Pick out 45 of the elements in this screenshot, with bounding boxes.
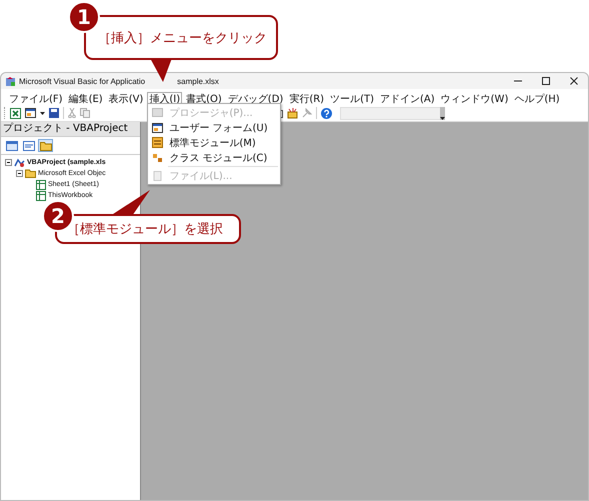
- menu-item[interactable]: ファイル(F): [7, 92, 65, 107]
- app-icon: [5, 76, 16, 86]
- copy-icon: [80, 108, 90, 118]
- menu-item[interactable]: 実行(R): [287, 92, 326, 107]
- menu-item[interactable]: ヘルプ(H): [512, 92, 562, 107]
- procedure-icon: [152, 108, 163, 117]
- window-title: sample.xlsx: [177, 76, 219, 86]
- form-icon[interactable]: [25, 108, 36, 118]
- project-icon: [14, 158, 25, 168]
- menu-option[interactable]: ユーザー フォーム(U): [148, 120, 280, 135]
- menu-option[interactable]: 標準モジュール(M): [148, 135, 280, 150]
- menu-item[interactable]: 表示(V): [106, 92, 146, 107]
- save-icon[interactable]: [49, 108, 59, 118]
- excel-icon[interactable]: [10, 108, 21, 118]
- window-title: Microsoft Visual Basic for Applicatio: [19, 76, 146, 86]
- form-icon: [152, 122, 163, 132]
- sheet-icon: [36, 190, 46, 200]
- menu-item[interactable]: 書式(O): [184, 92, 224, 107]
- collapse-toggle[interactable]: [5, 159, 12, 166]
- close-icon: [569, 76, 579, 86]
- step-number: 1: [68, 1, 100, 33]
- menu-item[interactable]: デバッグ(D): [226, 92, 286, 107]
- menu-option[interactable]: クラス モジュール(C): [148, 150, 280, 165]
- folder-icon: [25, 169, 36, 178]
- collapse-toggle[interactable]: [16, 170, 23, 177]
- file-icon: [152, 170, 163, 180]
- sheet-icon: [36, 180, 46, 190]
- menu-item[interactable]: アドイン(A): [378, 92, 437, 107]
- panel-header: プロジェクト - VBAProject: [1, 122, 140, 137]
- menu-item[interactable]: ウィンドウ(W): [438, 92, 510, 107]
- callout-text: ［挿入］メニューをクリック: [98, 30, 267, 46]
- view-object-button[interactable]: [4, 139, 19, 152]
- module-icon: [152, 137, 163, 148]
- pin-icon: [302, 108, 312, 118]
- menu-item[interactable]: 編集(E): [66, 92, 105, 107]
- cut-icon: [68, 108, 76, 118]
- menu-item[interactable]: ツール(T): [328, 92, 376, 107]
- toggle-folders-button[interactable]: [38, 139, 53, 152]
- maximize-icon: [541, 76, 551, 86]
- dropdown-arrow-icon: [440, 116, 445, 120]
- view-code-button[interactable]: [21, 139, 36, 152]
- help-icon[interactable]: [321, 108, 332, 118]
- class-icon: [152, 152, 163, 162]
- caret-icon[interactable]: [40, 112, 45, 114]
- toolbox-icon[interactable]: [287, 108, 298, 118]
